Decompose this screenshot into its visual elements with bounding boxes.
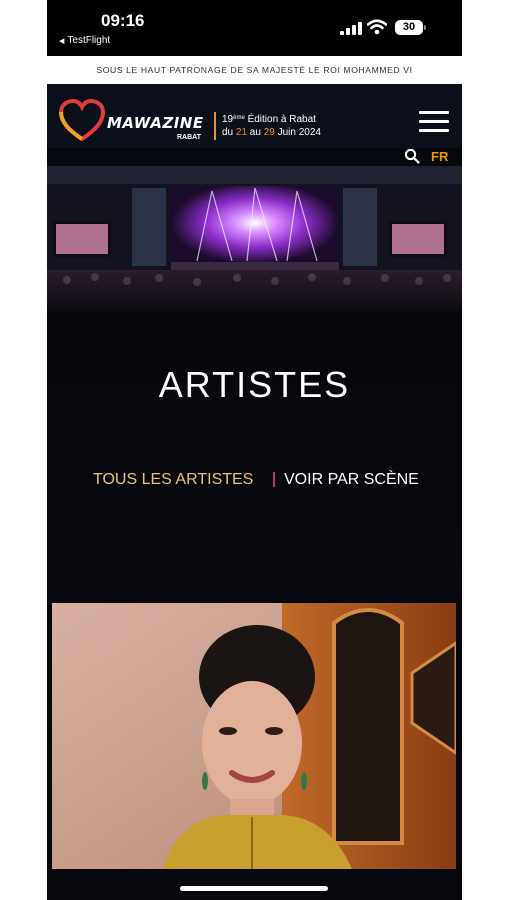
tab-all-artists[interactable]: TOUS LES ARTISTES [93,471,253,489]
home-indicator[interactable] [180,886,328,891]
status-time: 09:16 [101,11,145,30]
back-arrow-icon: ◀ [59,38,65,45]
header-subbar [47,148,462,166]
wifi-icon [367,19,387,35]
language-switcher[interactable]: FR [431,149,448,164]
site-header: MAWAZINE RABAT 19ème Édition à Rabat du … [47,84,462,148]
logo-wordmark[interactable]: MAWAZINE [107,114,204,132]
logo-city: RABAT [177,134,201,141]
search-icon[interactable] [404,148,420,164]
cellular-signal-icon [340,22,362,35]
back-to-app-link[interactable]: ◀ TestFlight [59,35,110,46]
bottom-bar [47,869,462,900]
menu-icon[interactable] [419,111,449,133]
mawazine-heart-logo-icon[interactable] [59,99,105,141]
artist-filter-tabs: TOUS LES ARTISTES VOIR PAR SCÈNE [47,471,462,493]
artist-card-image[interactable] [52,603,456,869]
edition-info: 19ème Édition à Rabat du 21 au 29 Juin 2… [222,114,321,138]
battery-icon: 30 [395,20,423,35]
battery-cap [424,25,426,30]
phone-screen: 09:16 ◀ TestFlight 30 SOUS LE HAUT PATRON… [47,0,462,900]
header-divider [214,112,216,140]
status-bar: 09:16 ◀ TestFlight 30 [47,0,462,56]
tab-separator [273,472,275,487]
patronage-banner: SOUS LE HAUT PATRONAGE DE SA MAJESTÉ LE … [47,56,462,84]
page-title: ARTISTES [158,364,351,405]
back-app-label: TestFlight [67,35,111,46]
stage-hero-image [47,166,462,311]
tab-by-scene[interactable]: VOIR PAR SCÈNE [284,471,419,489]
artists-section: ARTISTES TOUS LES ARTISTES VOIR PAR SCÈN… [47,311,462,605]
